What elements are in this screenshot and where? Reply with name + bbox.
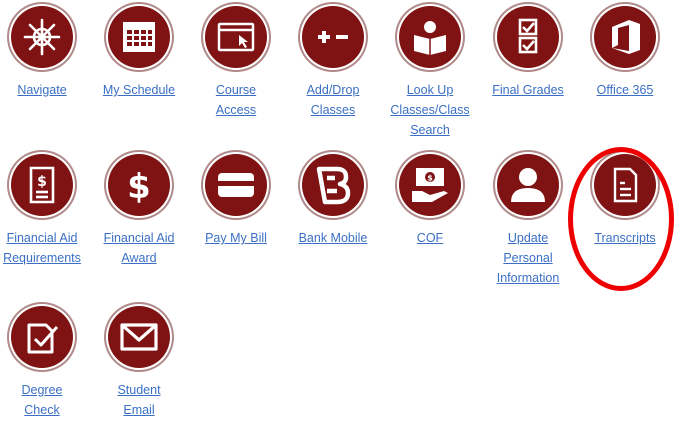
tile-cof[interactable]: $ COF [382,154,478,248]
document-icon [594,154,656,216]
tile-label: Course Access [215,83,257,117]
tile-my-schedule[interactable]: My Schedule [91,6,187,100]
tile-navigate[interactable]: Navigate [0,6,90,100]
tile-label: Final Grades [492,83,564,97]
dollar-document-icon: $ [11,154,73,216]
tile-label: Degree Check [21,383,63,417]
tile-look-up-classes[interactable]: Look Up Classes/Class Search [382,6,478,140]
tile-bank-mobile[interactable]: Bank Mobile [285,154,381,248]
tile-label: Pay My Bill [205,231,267,245]
tile-student-email[interactable]: Student Email [91,306,187,420]
tile-add-drop-classes[interactable]: Add/Drop Classes [285,6,381,120]
tile-course-access[interactable]: Course Access [188,6,284,120]
tile-label: Student Email [117,383,161,417]
dollar-sign-icon: $ [108,154,170,216]
tile-label: Financial Aid Award [103,231,175,265]
tile-financial-aid-requirements[interactable]: $ Financial Aid Requirements [0,154,90,268]
tile-label: Add/Drop Classes [306,83,360,117]
tile-financial-aid-award[interactable]: $ Financial Aid Award [91,154,187,268]
svg-text:$: $ [427,174,433,183]
envelope-icon [108,306,170,368]
credit-card-icon [205,154,267,216]
tile-label: Financial Aid Requirements [3,231,81,265]
browser-window-icon [205,6,267,68]
svg-text:$: $ [37,174,47,190]
document-check-icon [11,306,73,368]
plus-minus-icon [302,6,364,68]
tile-office-365[interactable]: Office 365 [577,6,673,100]
tile-pay-my-bill[interactable]: Pay My Bill [188,154,284,248]
tile-label: Look Up Classes/Class Search [390,83,470,137]
calendar-icon [108,6,170,68]
user-icon [497,154,559,216]
tile-label: Update Personal Information [496,231,560,285]
svg-text:$: $ [127,167,151,205]
checklist-icon [497,6,559,68]
cash-hand-icon: $ [399,154,461,216]
tile-transcripts[interactable]: Transcripts [577,154,673,248]
tile-label: Transcripts [594,231,656,245]
tile-label: Bank Mobile [298,231,368,245]
quick-links-grid: Navigate My Schedule Course Access Add/D… [0,0,679,423]
tile-final-grades[interactable]: Final Grades [480,6,576,100]
office-logo-icon [594,6,656,68]
ship-wheel-icon [11,6,73,68]
bank-mobile-logo-icon [302,154,364,216]
tile-label: My Schedule [102,83,176,97]
tile-label: Office 365 [596,83,654,97]
tile-label: COF [416,231,444,245]
tile-update-personal-information[interactable]: Update Personal Information [480,154,576,288]
reader-icon [399,6,461,68]
tile-label: Navigate [17,83,67,97]
tile-degree-check[interactable]: Degree Check [0,306,90,420]
